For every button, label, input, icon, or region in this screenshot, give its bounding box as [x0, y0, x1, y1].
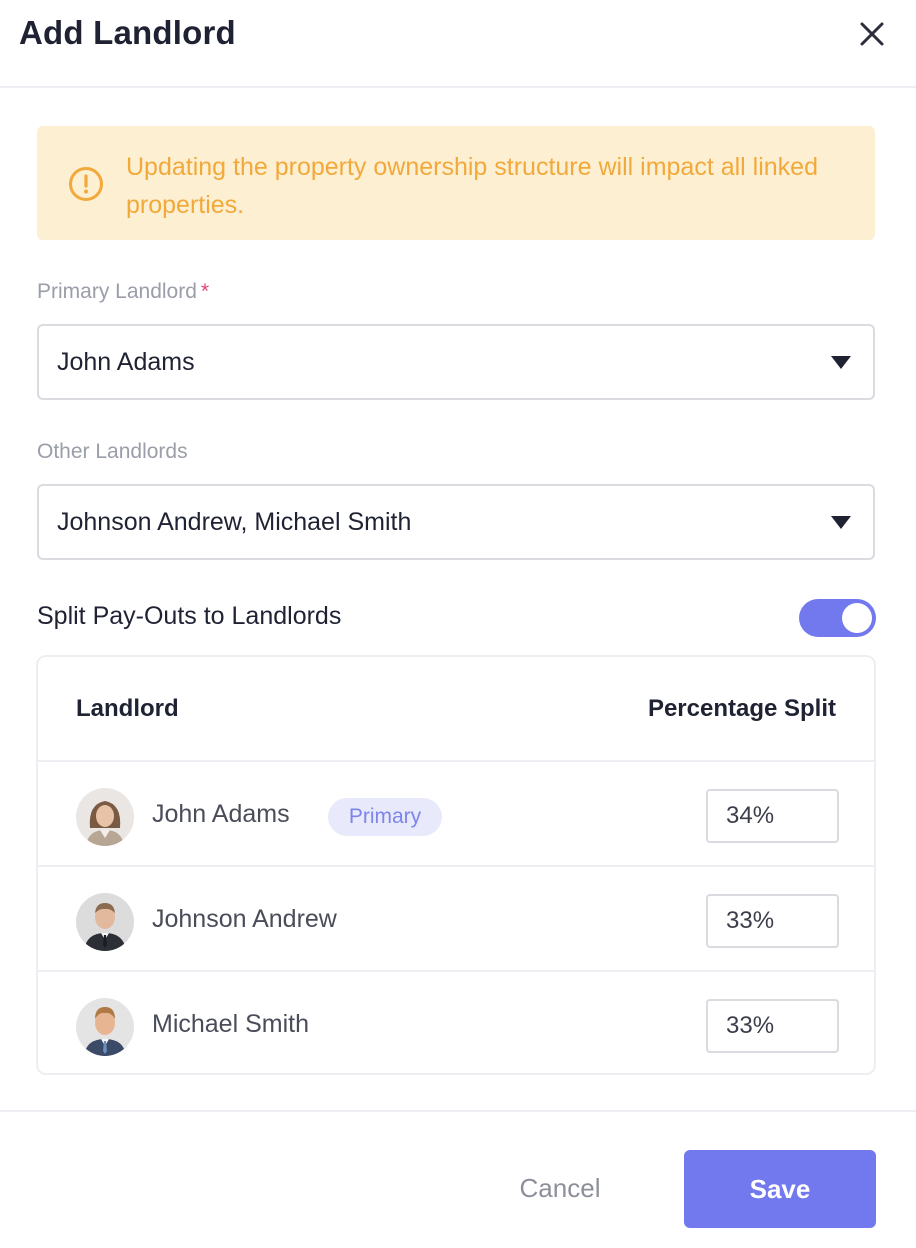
save-button[interactable]: Save	[684, 1150, 876, 1228]
primary-landlord-select[interactable]: John Adams	[37, 324, 875, 400]
percentage-input[interactable]: 34%	[706, 789, 839, 843]
landlord-name: John Adams	[152, 800, 290, 828]
column-header-percentage-split: Percentage Split	[647, 695, 836, 722]
split-payouts-label: Split Pay-Outs to Landlords	[37, 602, 342, 630]
table-row: Michael Smith 33%	[38, 970, 874, 1073]
primary-badge: Primary	[328, 798, 442, 836]
primary-landlord-value: John Adams	[57, 348, 195, 376]
other-landlords-value: Johnson Andrew, Michael Smith	[57, 508, 412, 536]
column-header-landlord: Landlord	[76, 695, 179, 722]
percentage-input[interactable]: 33%	[706, 999, 839, 1053]
caret-down-icon	[831, 356, 851, 369]
ownership-warning-alert: Updating the property ownership structur…	[37, 126, 875, 240]
close-button[interactable]	[852, 14, 892, 54]
avatar-man-icon	[76, 998, 134, 1056]
primary-landlord-label: Primary Landlord *	[37, 280, 209, 304]
avatar-man-icon	[76, 893, 134, 951]
warning-circle-icon	[69, 167, 103, 201]
primary-landlord-label-text: Primary Landlord	[37, 280, 197, 303]
split-payouts-toggle[interactable]	[799, 599, 876, 637]
cancel-button[interactable]: Cancel	[505, 1162, 615, 1214]
avatar	[76, 998, 134, 1056]
avatar	[76, 788, 134, 846]
table-row: John Adams Primary 34%	[38, 760, 874, 865]
other-landlords-label: Other Landlords	[37, 440, 188, 463]
landlord-split-table: Landlord Percentage Split John Adams Pri…	[36, 655, 876, 1075]
close-icon	[860, 22, 884, 46]
table-row: Johnson Andrew 33%	[38, 865, 874, 970]
toggle-knob	[842, 603, 872, 633]
dialog-header: Add Landlord	[0, 0, 916, 88]
percentage-input[interactable]: 33%	[706, 894, 839, 948]
alert-message: Updating the property ownership structur…	[126, 153, 818, 219]
landlord-name: Michael Smith	[152, 1010, 309, 1038]
dialog-footer: Cancel Save	[0, 1110, 916, 1248]
landlord-name: Johnson Andrew	[152, 905, 337, 933]
required-mark: *	[200, 280, 210, 303]
other-landlords-select[interactable]: Johnson Andrew, Michael Smith	[37, 484, 875, 560]
dialog-title: Add Landlord	[19, 14, 236, 51]
avatar-woman-icon	[76, 788, 134, 846]
caret-down-icon	[831, 516, 851, 529]
avatar	[76, 893, 134, 951]
